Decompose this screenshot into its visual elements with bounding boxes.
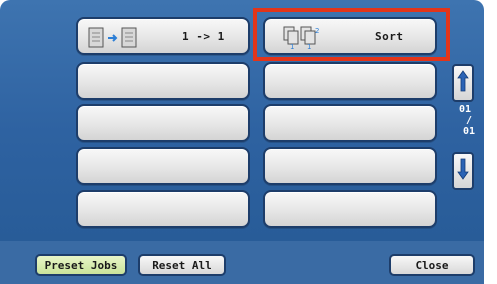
empty-option-button[interactable]: [76, 147, 250, 185]
close-button[interactable]: Close: [389, 254, 475, 276]
page-current: 01: [458, 104, 472, 115]
preset-jobs-button[interactable]: Preset Jobs: [35, 254, 127, 276]
empty-option-button[interactable]: [76, 62, 250, 100]
copy-mode-button[interactable]: 1 -> 1: [76, 17, 250, 55]
arrow-down-icon: [457, 158, 469, 184]
empty-option-button[interactable]: [263, 62, 437, 100]
scroll-up-button[interactable]: [452, 64, 474, 102]
empty-option-button[interactable]: [263, 147, 437, 185]
page-indicator: 01 / 01: [450, 104, 480, 150]
empty-option-button[interactable]: [263, 104, 437, 142]
page-total: 01: [462, 126, 476, 137]
empty-option-button[interactable]: [76, 104, 250, 142]
simplex-to-simplex-icon: [88, 27, 140, 53]
sort-highlight-frame: [253, 8, 450, 61]
empty-option-button[interactable]: [263, 190, 437, 228]
reset-all-button[interactable]: Reset All: [138, 254, 226, 276]
empty-option-button[interactable]: [76, 190, 250, 228]
page-separator: /: [465, 115, 473, 126]
copy-mode-label: 1 -> 1: [182, 29, 225, 43]
arrow-up-icon: [457, 70, 469, 96]
copier-panel: 1 -> 1 1 1 2 Sort 01 / 01 Preset Jobs Re…: [0, 0, 484, 284]
scroll-down-button[interactable]: [452, 152, 474, 190]
